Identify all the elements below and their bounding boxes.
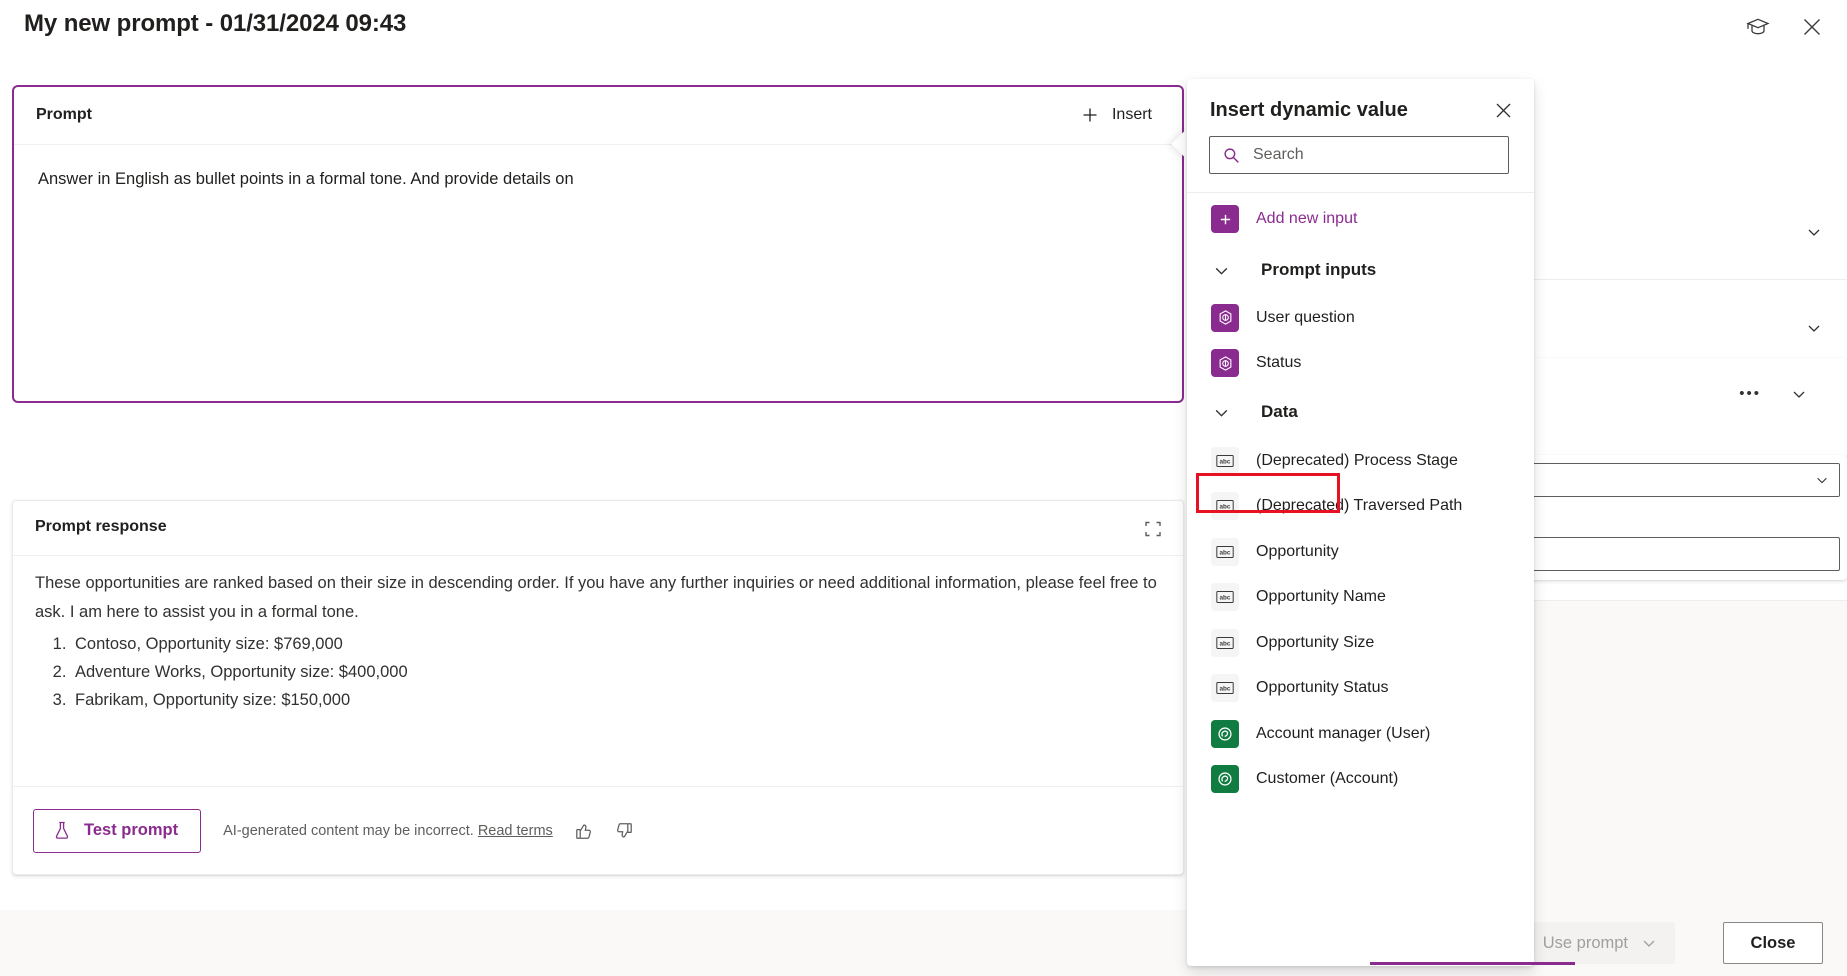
plus-icon — [1211, 205, 1239, 233]
search-box[interactable] — [1209, 136, 1509, 174]
entity-icon — [1211, 719, 1239, 748]
read-terms-link[interactable]: Read terms — [478, 823, 553, 839]
svg-text:abc: abc — [1220, 549, 1231, 556]
group-label: Prompt inputs — [1261, 260, 1377, 279]
cube-icon — [1211, 349, 1239, 378]
beaker-icon — [55, 821, 69, 839]
response-card-header: Prompt response — [13, 501, 1183, 556]
test-prompt-button[interactable]: Test prompt — [33, 808, 202, 853]
list-item-label: Status — [1256, 354, 1302, 372]
list-item[interactable]: abc Opportunity — [1187, 529, 1534, 575]
list-item-label: Opportunity — [1256, 542, 1339, 560]
list-item[interactable]: User question — [1187, 295, 1534, 341]
flyout-title: Insert dynamic value — [1210, 99, 1408, 121]
list-item-label: (Deprecated) Process Stage — [1256, 451, 1458, 469]
abc-text-icon: abc — [1211, 674, 1239, 703]
abc-text-icon: abc — [1211, 492, 1239, 521]
chevron-down-icon[interactable] — [1791, 386, 1807, 402]
list-item[interactable]: abc (Deprecated) Process Stage — [1187, 438, 1534, 484]
abc-text-icon: abc — [1211, 537, 1239, 566]
close-button[interactable]: Close — [1723, 922, 1823, 964]
svg-text:abc: abc — [1220, 640, 1231, 647]
dialog-header: My new prompt - 01/31/2024 09:43 — [0, 0, 1847, 58]
prompt-text-input[interactable]: Answer in English as bullet points in a … — [14, 146, 1182, 401]
chevron-down-icon — [1643, 940, 1655, 947]
list-item: Fabrikam, Opportunity size: $150,000 — [71, 686, 1161, 714]
list-item[interactable]: abc Opportunity Size — [1187, 620, 1534, 666]
list-item[interactable]: abc Opportunity Status — [1187, 666, 1534, 712]
list-item[interactable]: Customer (Account) — [1187, 757, 1534, 803]
dynamic-value-list[interactable]: Add new input Prompt inputs User questio… — [1187, 193, 1534, 966]
list-item-label: User question — [1256, 308, 1355, 326]
response-card-footer: Test prompt AI-generated content may be … — [13, 786, 1183, 874]
add-new-input-button[interactable]: Add new input — [1187, 193, 1534, 245]
plus-icon — [1083, 108, 1097, 122]
list-item-label: Opportunity Status — [1256, 679, 1389, 697]
list-item-label: Customer (Account) — [1256, 770, 1399, 788]
list-item[interactable]: abc (Deprecated) Traversed Path — [1187, 484, 1534, 530]
abc-text-icon: abc — [1211, 628, 1239, 657]
ai-disclaimer-text: AI-generated content may be incorrect. — [223, 822, 474, 839]
add-new-input-label: Add new input — [1256, 210, 1358, 227]
svg-text:abc: abc — [1220, 595, 1231, 602]
cube-icon — [1211, 303, 1239, 332]
page-title: My new prompt - 01/31/2024 09:43 — [24, 10, 407, 37]
abc-text-icon: abc — [1211, 583, 1239, 612]
dialog-footer: Use prompt Close — [0, 910, 1847, 976]
prompt-editor-card: Prompt Insert Answer in English as bulle… — [12, 85, 1184, 403]
use-prompt-label: Use prompt — [1542, 933, 1628, 952]
group-header-data[interactable]: Data — [1187, 386, 1534, 438]
thumbs-up-icon[interactable] — [567, 814, 601, 848]
chevron-down-icon — [1817, 477, 1827, 484]
close-icon[interactable] — [1486, 93, 1520, 127]
list-item-label: (Deprecated) Traversed Path — [1256, 497, 1463, 515]
thumbs-down-icon[interactable] — [607, 814, 641, 848]
prompt-label: Prompt — [36, 106, 92, 123]
entity-icon — [1211, 765, 1239, 794]
response-content: These opportunities are ranked based on … — [13, 557, 1183, 777]
response-paragraph: These opportunities are ranked based on … — [35, 574, 1157, 622]
chevron-down-icon — [1215, 267, 1228, 275]
list-item-label: Opportunity Name — [1256, 588, 1386, 606]
search-input[interactable] — [1253, 146, 1493, 164]
list-item-label: Opportunity Size — [1256, 633, 1375, 651]
expand-icon[interactable] — [1137, 513, 1169, 545]
search-icon — [1224, 147, 1239, 163]
graduation-cap-icon[interactable] — [1737, 6, 1779, 48]
chevron-down-icon — [1215, 409, 1228, 417]
background-divider — [1530, 600, 1847, 601]
close-icon[interactable] — [1791, 6, 1833, 48]
test-prompt-label: Test prompt — [84, 821, 179, 839]
insert-dynamic-value-flyout: Insert dynamic value Add new input — [1187, 79, 1534, 966]
response-label: Prompt response — [35, 518, 167, 535]
svg-text:abc: abc — [1220, 686, 1231, 693]
abc-text-icon: abc — [1211, 446, 1239, 475]
svg-text:abc: abc — [1220, 458, 1231, 465]
list-item: Contoso, Opportunity size: $769,000 — [71, 630, 1161, 658]
prompt-response-card: Prompt response These opportunities are … — [12, 500, 1184, 875]
list-item: Adventure Works, Opportunity size: $400,… — [71, 658, 1161, 686]
prompt-builder-dialog: ••• My new prompt - 01/31/2024 09:43 Pro — [0, 0, 1847, 976]
list-item[interactable]: abc Opportunity Name — [1187, 575, 1534, 621]
list-item-label: Account manager (User) — [1256, 724, 1431, 742]
group-header-prompt-inputs[interactable]: Prompt inputs — [1187, 245, 1534, 295]
insert-button-label: Insert — [1111, 106, 1152, 123]
accent-underline — [1370, 962, 1575, 965]
background-detail-card — [1315, 455, 1847, 580]
chevron-down-icon — [1808, 325, 1820, 332]
list-item[interactable]: Account manager (User) — [1187, 711, 1534, 757]
background-section-row-1[interactable] — [1530, 184, 1847, 280]
ai-disclaimer: AI-generated content may be incorrect. R… — [223, 823, 553, 839]
background-subgrid-card: ••• — [1520, 358, 1847, 458]
chevron-down-icon — [1808, 229, 1820, 236]
group-label: Data — [1261, 402, 1298, 421]
prompt-card-header: Prompt Insert — [14, 87, 1182, 145]
insert-button[interactable]: Insert — [1070, 98, 1162, 132]
svg-text:abc: abc — [1220, 504, 1231, 511]
list-item[interactable]: Status — [1187, 341, 1534, 387]
more-options-icon[interactable]: ••• — [1739, 386, 1761, 401]
response-list: Contoso, Opportunity size: $769,000 Adve… — [71, 630, 1161, 715]
